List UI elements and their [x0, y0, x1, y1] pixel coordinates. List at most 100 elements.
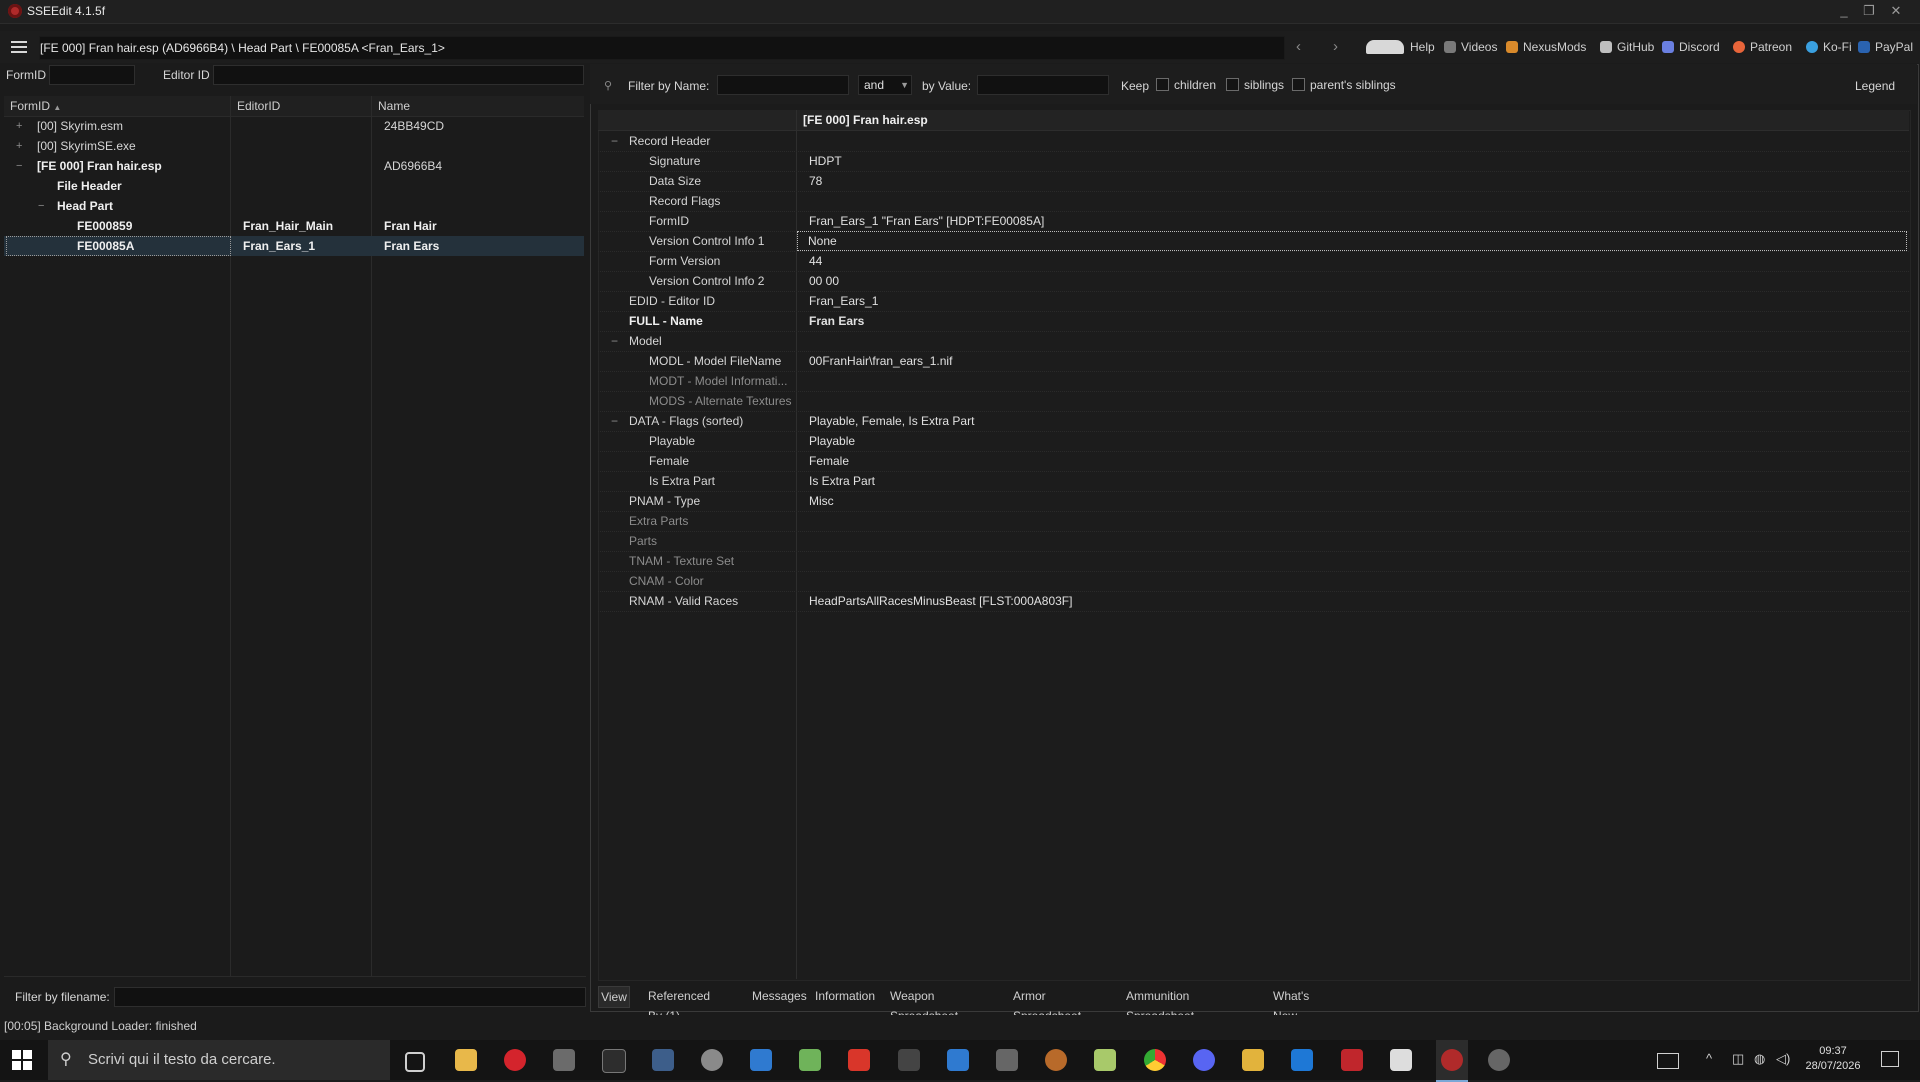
grid-row[interactable]: Form Version 44: [598, 251, 1909, 272]
app-icon[interactable]: [848, 1049, 870, 1071]
grid-row[interactable]: FULL - Name Fran Ears: [598, 311, 1909, 332]
tab-armor-spreadsheet[interactable]: Armor Spreadsheet: [1013, 986, 1081, 1023]
column-name[interactable]: Name: [378, 99, 410, 113]
grid-row[interactable]: EDID - Editor ID Fran_Ears_1: [598, 291, 1909, 312]
column-formid[interactable]: FormID ▲: [10, 99, 61, 113]
volume-icon[interactable]: ◁): [1776, 1051, 1790, 1067]
clock[interactable]: 09:37 28/07/2026: [1800, 1044, 1866, 1074]
grid-row[interactable]: RNAM - Valid Races HeadPartsAllRacesMinus…: [598, 591, 1909, 612]
app-icon[interactable]: [1341, 1049, 1363, 1071]
opera-icon[interactable]: [504, 1049, 526, 1071]
grid-row-value[interactable]: Fran Ears: [809, 311, 864, 331]
tab-view[interactable]: View: [598, 986, 630, 1008]
grid-row-value[interactable]: Female: [809, 451, 849, 471]
app-icon[interactable]: [1488, 1049, 1510, 1071]
tree-row[interactable]: + [00] SkyrimSE.exe: [4, 136, 584, 156]
grid-row-value[interactable]: Playable: [809, 431, 855, 451]
keyboard-icon[interactable]: [1657, 1053, 1679, 1069]
sseedit-taskbar-button[interactable]: [1436, 1040, 1468, 1082]
grid-row[interactable]: TNAM - Texture Set: [598, 551, 1909, 572]
close-button[interactable]: ✕: [1880, 0, 1912, 22]
paypal-link[interactable]: PayPal: [1858, 39, 1913, 55]
app-icon[interactable]: [898, 1049, 920, 1071]
collapse-icon[interactable]: −: [611, 331, 618, 351]
network-icon[interactable]: ◫: [1732, 1051, 1744, 1067]
kofi-link[interactable]: Ko-Fi: [1806, 39, 1852, 55]
app-icon[interactable]: [1242, 1049, 1264, 1071]
discord-icon[interactable]: [1193, 1049, 1215, 1071]
tab-whats-new[interactable]: What's New: [1273, 986, 1309, 1023]
help-link[interactable]: Help: [1410, 39, 1435, 55]
collapse-icon[interactable]: −: [38, 196, 44, 216]
tab-information[interactable]: Information: [815, 986, 875, 1006]
chrome-icon[interactable]: [1144, 1049, 1166, 1071]
book-icon[interactable]: [1366, 40, 1404, 54]
pin-icon[interactable]: ⚲: [604, 79, 612, 92]
editorid-filter-input[interactable]: [213, 65, 584, 85]
windows-start-icon[interactable]: [12, 1050, 32, 1070]
chevron-up-icon[interactable]: ^: [1706, 1051, 1712, 1066]
nexusmods-link[interactable]: NexusMods: [1506, 39, 1586, 55]
grid-row[interactable]: Extra Parts: [598, 511, 1909, 532]
hamburger-menu-icon[interactable]: [8, 37, 30, 57]
grid-row[interactable]: Version Control Info 2 00 00: [598, 271, 1909, 292]
task-view-icon[interactable]: [405, 1052, 425, 1072]
app-icon[interactable]: [750, 1049, 772, 1071]
grid-row[interactable]: Female Female: [598, 451, 1909, 472]
and-or-select[interactable]: and ▼: [858, 75, 912, 95]
tree-row[interactable]: + [00] Skyrim.esm 24BB49CD: [4, 116, 584, 136]
grid-row[interactable]: MODL - Model FileName 00FranHair\fran_ear…: [598, 351, 1909, 372]
grid-row-value[interactable]: 44: [809, 251, 822, 271]
feather-icon[interactable]: [652, 1049, 674, 1071]
collapse-icon[interactable]: −: [611, 411, 618, 431]
grid-row-value[interactable]: 00 00: [809, 271, 839, 291]
legend-button[interactable]: Legend: [1855, 79, 1895, 93]
tree-row[interactable]: − [FE 000] Fran hair.esp AD6966B4: [4, 156, 584, 176]
grid-row-value[interactable]: Playable, Female, Is Extra Part: [809, 411, 974, 431]
grid-row-value[interactable]: 00FranHair\fran_ears_1.nif: [809, 351, 952, 371]
app-icon[interactable]: [1094, 1049, 1116, 1071]
grid-row[interactable]: Data Size 78: [598, 171, 1909, 192]
expand-icon[interactable]: +: [16, 136, 22, 156]
app-icon[interactable]: [1291, 1049, 1313, 1071]
grid-row-value[interactable]: Fran_Ears_1 "Fran Ears" [HDPT:FE00085A]: [809, 211, 1044, 231]
grid-row-value[interactable]: HDPT: [809, 151, 842, 171]
app-icon[interactable]: [947, 1049, 969, 1071]
tab-messages[interactable]: Messages: [752, 986, 807, 1006]
patreon-link[interactable]: Patreon: [1733, 39, 1792, 55]
discord-link[interactable]: Discord: [1662, 39, 1720, 55]
taskbar-search[interactable]: ⚲ Scrivi qui il testo da cercare.: [48, 1040, 390, 1080]
grid-row[interactable]: FormID Fran_Ears_1 "Fran Ears" [HDPT:FE00…: [598, 211, 1909, 232]
tree-row[interactable]: File Header: [4, 176, 584, 196]
grid-row[interactable]: Version Control Info 1 None: [598, 231, 1909, 252]
back-arrow-icon[interactable]: ‹: [1296, 38, 1301, 55]
grid-row-value[interactable]: Is Extra Part: [809, 471, 875, 491]
grid-row[interactable]: Parts: [598, 531, 1909, 552]
grid-row-value[interactable]: Fran_Ears_1: [809, 291, 878, 311]
grid-row[interactable]: CNAM - Color: [598, 571, 1909, 592]
tab-ammunition-spreadsheet[interactable]: Ammunition Spreadsheet: [1126, 986, 1194, 1023]
grid-row[interactable]: PNAM - Type Misc: [598, 491, 1909, 512]
tab-referenced-by[interactable]: Referenced By (1): [648, 986, 710, 1023]
app-icon[interactable]: [1390, 1049, 1412, 1071]
filename-filter-input[interactable]: [114, 987, 586, 1007]
grid-row[interactable]: MODT - Model Informati...: [598, 371, 1909, 392]
grid-row-value[interactable]: Misc: [809, 491, 834, 511]
github-link[interactable]: GitHub: [1600, 39, 1654, 55]
children-checkbox[interactable]: children: [1156, 78, 1216, 92]
grid-row[interactable]: Playable Playable: [598, 431, 1909, 452]
globe-icon[interactable]: ◍: [1754, 1051, 1765, 1067]
grid-row[interactable]: Signature HDPT: [598, 151, 1909, 172]
app-icon[interactable]: [553, 1049, 575, 1071]
parents-siblings-checkbox[interactable]: parent's siblings: [1292, 78, 1396, 92]
tree-row[interactable]: − Head Part: [4, 196, 584, 216]
grid-row[interactable]: MODS - Alternate Textures: [598, 391, 1909, 412]
terminal-icon[interactable]: [602, 1049, 626, 1073]
grid-row-value[interactable]: HeadPartsAllRacesMinusBeast [FLST:000A80…: [809, 591, 1072, 611]
filter-by-name-input[interactable]: [717, 75, 849, 95]
collapse-icon[interactable]: −: [16, 156, 22, 176]
file-explorer-icon[interactable]: [455, 1049, 477, 1071]
column-editorid[interactable]: EditorID: [237, 99, 280, 113]
expand-icon[interactable]: +: [16, 116, 22, 136]
forward-arrow-icon[interactable]: ›: [1333, 38, 1338, 55]
